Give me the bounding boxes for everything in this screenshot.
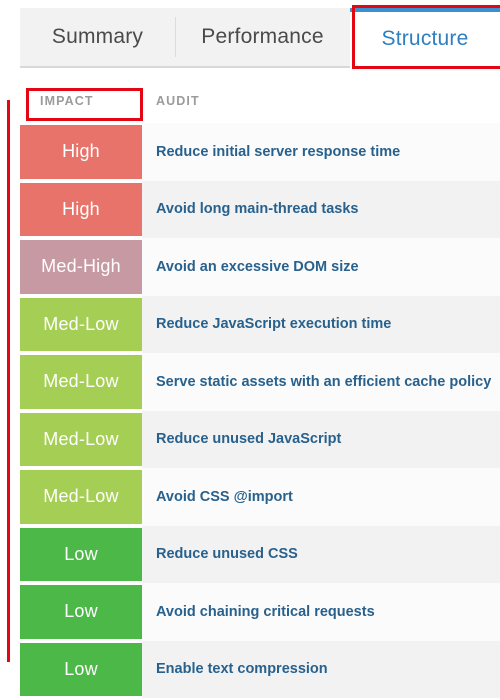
audit-link[interactable]: Serve static assets with an efficient ca… bbox=[142, 353, 500, 411]
impact-badge: Low bbox=[20, 583, 142, 641]
impact-badge: Low bbox=[20, 525, 142, 583]
table-row[interactable]: Low Avoid chaining critical requests bbox=[20, 583, 500, 641]
impact-badge: Low bbox=[20, 640, 142, 698]
tab-structure-label: Structure bbox=[381, 27, 469, 50]
audit-link[interactable]: Reduce unused JavaScript bbox=[142, 411, 500, 469]
impact-badge: Med-Low bbox=[20, 353, 142, 411]
table-row[interactable]: Med-Low Avoid CSS @import bbox=[20, 468, 500, 526]
column-header-impact[interactable]: IMPACT bbox=[20, 94, 142, 108]
impact-badge: Med-High bbox=[20, 238, 142, 296]
table-row[interactable]: Low Reduce unused CSS bbox=[20, 525, 500, 584]
table-row[interactable]: Low Enable text compression bbox=[20, 640, 500, 699]
audit-link[interactable]: Avoid long main-thread tasks bbox=[142, 181, 500, 239]
table-body: High Reduce initial server response time H… bbox=[20, 123, 500, 698]
audit-link[interactable]: Reduce unused CSS bbox=[142, 526, 500, 584]
table-row[interactable]: Med-Low Reduce unused JavaScript bbox=[20, 410, 500, 469]
audit-link[interactable]: Avoid CSS @import bbox=[142, 468, 500, 526]
impact-badge: Med-Low bbox=[20, 295, 142, 353]
tab-summary-label: Summary bbox=[51, 25, 144, 48]
table-row[interactable]: High Reduce initial server response time bbox=[20, 123, 500, 181]
impact-badge: Med-Low bbox=[20, 468, 142, 526]
audit-panel: Summary Performance Structure IMPACT AUD… bbox=[0, 0, 500, 700]
table-row[interactable]: High Avoid long main-thread tasks bbox=[20, 180, 500, 239]
impact-column-bar-annotation bbox=[7, 100, 10, 662]
tab-performance-label: Performance bbox=[201, 25, 324, 48]
impact-badge: High bbox=[20, 123, 142, 181]
audit-table: IMPACT AUDIT High Reduce initial server r… bbox=[20, 78, 500, 698]
audit-link[interactable]: Reduce initial server response time bbox=[142, 123, 500, 181]
audit-link[interactable]: Avoid chaining critical requests bbox=[142, 583, 500, 641]
tab-performance[interactable]: Performance bbox=[175, 8, 350, 66]
table-header-row: IMPACT AUDIT bbox=[20, 78, 500, 123]
impact-badge: Med-Low bbox=[20, 410, 142, 468]
table-row[interactable]: Med-Low Serve static assets with an effic… bbox=[20, 353, 500, 411]
tab-summary[interactable]: Summary bbox=[20, 8, 175, 66]
tab-bar: Summary Performance Structure bbox=[20, 8, 500, 68]
tab-structure[interactable]: Structure bbox=[350, 8, 500, 68]
table-row[interactable]: Med-Low Reduce JavaScript execution time bbox=[20, 295, 500, 354]
audit-link[interactable]: Reduce JavaScript execution time bbox=[142, 296, 500, 354]
table-row[interactable]: Med-High Avoid an excessive DOM size bbox=[20, 238, 500, 296]
column-header-audit[interactable]: AUDIT bbox=[142, 94, 200, 108]
audit-link[interactable]: Avoid an excessive DOM size bbox=[142, 238, 500, 296]
audit-link[interactable]: Enable text compression bbox=[142, 641, 500, 699]
impact-badge: High bbox=[20, 180, 142, 238]
